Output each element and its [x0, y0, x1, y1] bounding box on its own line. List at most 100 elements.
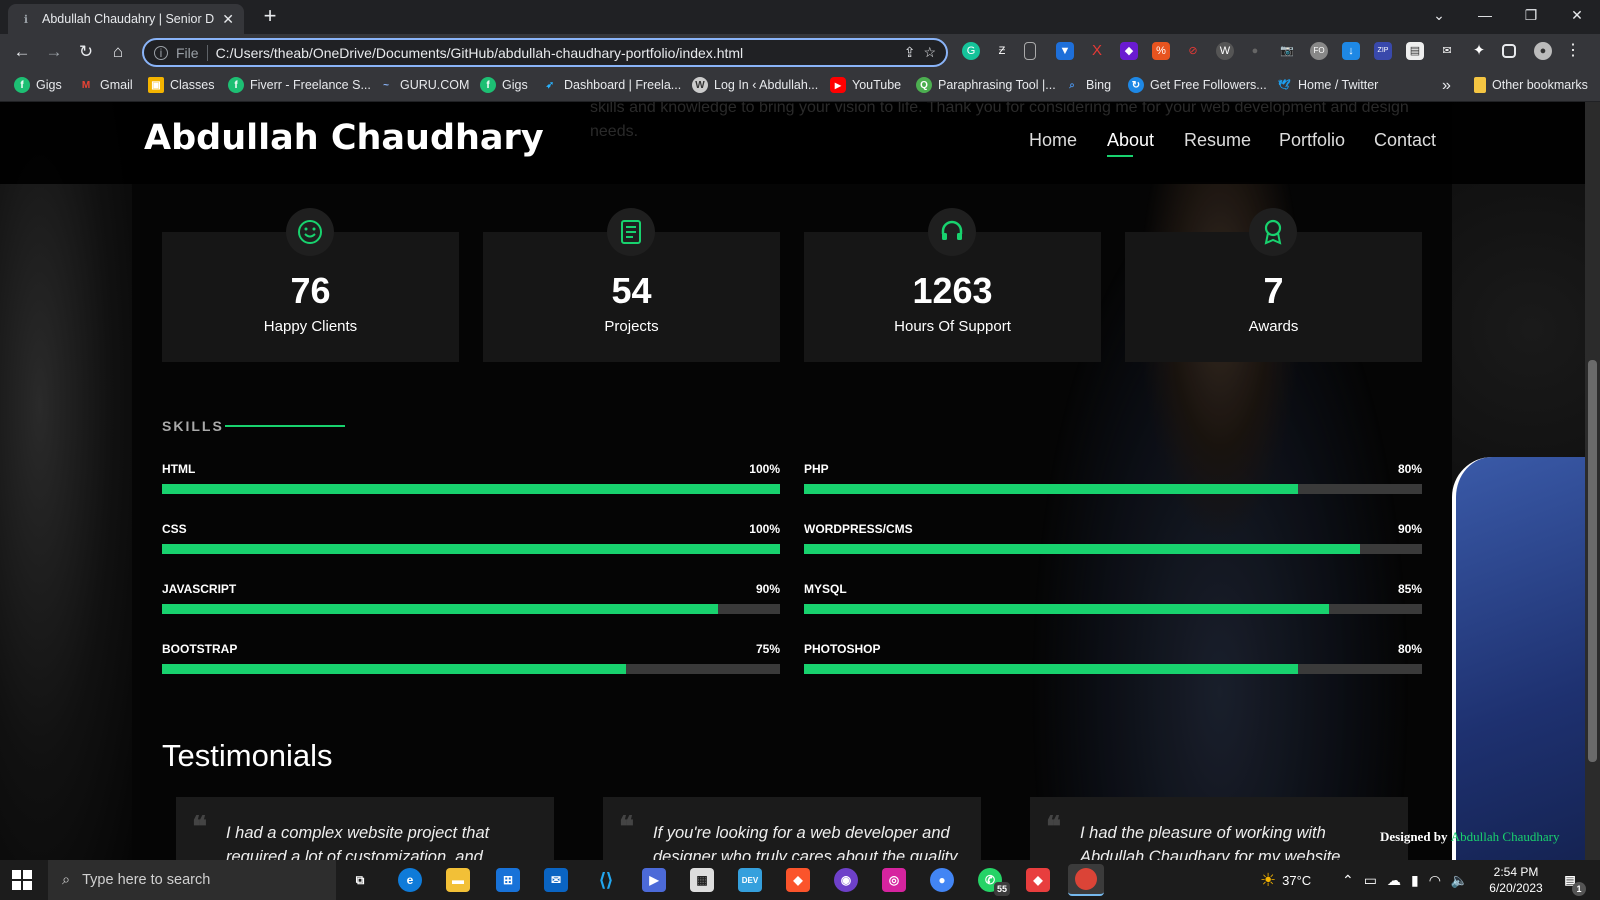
back-arrow-icon[interactable]: ← [10, 40, 34, 64]
anydesk-icon[interactable]: ◆ [1026, 868, 1050, 892]
reload-icon[interactable]: ↻ [74, 40, 98, 64]
tampermonkey-extension-icon[interactable]: % [1152, 42, 1170, 60]
vscode-icon[interactable]: ⟨⟩ [594, 868, 618, 892]
tray-chevron-up-icon[interactable]: ⌃ [1342, 872, 1354, 889]
kebab-menu-icon[interactable]: ⋮ [1564, 42, 1582, 60]
instagram-icon[interactable]: ◎ [882, 868, 906, 892]
skill-percent: 80% [1397, 642, 1422, 656]
new-tab-button[interactable]: + [258, 4, 282, 30]
bookmark-item[interactable]: ⌕ Bing [1064, 77, 1111, 93]
profile-avatar[interactable]: ● [1534, 42, 1552, 60]
minimize-button[interactable]: — [1462, 0, 1508, 30]
extension-icon[interactable]: ● [1246, 42, 1264, 60]
bookmark-item[interactable]: M Gmail [78, 77, 133, 93]
bing-icon: ⌕ [1069, 79, 1075, 91]
mail-icon[interactable]: ✉ [544, 868, 568, 892]
taskbar-search-box[interactable]: ⌕ Type here to search [48, 860, 336, 900]
close-window-button[interactable]: ✕ [1554, 0, 1600, 30]
tab-search-chevron-icon[interactable]: ⌄ [1416, 0, 1462, 30]
brave-icon[interactable]: ◆ [786, 868, 810, 892]
extension-icon[interactable]: Ƶ [993, 42, 1011, 60]
edge-icon[interactable]: e [398, 868, 422, 892]
zip-extension-icon[interactable]: ZIP [1374, 42, 1392, 60]
skill-percent: 85% [1397, 582, 1422, 596]
dev-icon[interactable]: DEV [738, 868, 762, 892]
tray-wifi-icon[interactable]: ◠ [1429, 872, 1441, 889]
camera-extension-icon[interactable]: 📷 [1278, 42, 1296, 60]
skill-percent: 90% [1397, 522, 1422, 536]
active-chrome-icon[interactable] [1068, 864, 1104, 896]
tray-battery-icon[interactable]: ▮ [1411, 872, 1419, 889]
x-extension-icon[interactable]: X [1088, 42, 1106, 60]
diamond-extension-icon[interactable]: ◆ [1120, 42, 1138, 60]
restore-button[interactable]: ❐ [1508, 0, 1554, 30]
file-explorer-icon[interactable]: ▬ [446, 868, 470, 892]
close-tab-icon[interactable]: ✕ [222, 11, 234, 28]
notes-extension-icon[interactable]: ▤ [1406, 42, 1424, 60]
nav-portfolio[interactable]: Portfolio [1279, 130, 1345, 151]
search-icon: ⌕ [62, 872, 71, 888]
side-panel-icon[interactable] [1502, 44, 1516, 58]
skill-bar-track [804, 544, 1422, 554]
nav-about[interactable]: About [1107, 130, 1154, 157]
bookmark-item[interactable]: Q Paraphrasing Tool |... [916, 77, 1056, 93]
bookmark-item[interactable]: ↻ Get Free Followers... [1128, 77, 1267, 93]
bookmark-item[interactable]: f Gigs [480, 77, 528, 93]
weather-widget[interactable]: ☀ 37°C [1260, 860, 1311, 900]
system-tray[interactable]: ⌃ ▭ ☁ ▮ ◠ 🔈 [1342, 860, 1468, 900]
browser-tab[interactable]: ℹ Abdullah Chaudahry | Senior Dev ✕ [8, 4, 244, 34]
tray-volume-icon[interactable]: 🔈 [1451, 872, 1468, 889]
site-info-icon[interactable]: i [154, 45, 168, 60]
address-bar[interactable]: i File C:/Users/theab/OneDrive/Documents… [142, 38, 948, 67]
bookmark-item[interactable]: ▶ YouTube [830, 77, 901, 93]
more-bookmarks-button[interactable]: » [1442, 77, 1451, 95]
tray-onedrive-icon[interactable]: ☁ [1387, 872, 1401, 889]
forward-arrow-icon[interactable]: → [42, 40, 66, 64]
bookmark-item[interactable]: ▣ Classes [148, 77, 214, 93]
share-icon[interactable]: ⇪ [904, 44, 916, 61]
nav-home[interactable]: Home [1029, 130, 1077, 151]
url-text[interactable]: C:/Users/theab/OneDrive/Documents/GitHub… [216, 45, 896, 61]
nav-resume[interactable]: Resume [1184, 130, 1251, 151]
bookmark-item[interactable]: f Gigs [14, 77, 62, 93]
bookmark-item[interactable]: f Fiverr - Freelance S... [228, 77, 371, 93]
blocker-extension-icon[interactable]: ⊘ [1184, 42, 1202, 60]
skill-bar-fill [804, 484, 1299, 494]
taskbar-clock[interactable]: 2:54 PM 6/20/2023 [1486, 864, 1546, 896]
nav-contact[interactable]: Contact [1374, 130, 1436, 151]
home-icon[interactable]: ⌂ [106, 40, 130, 64]
task-view-icon[interactable]: ⧉ [348, 868, 372, 892]
chrome-icon[interactable]: ● [930, 868, 954, 892]
site-logo[interactable]: Abdullah Chaudhary [144, 118, 544, 158]
bookmark-star-icon[interactable]: ☆ [923, 44, 936, 61]
fo-extension-icon[interactable]: FO [1310, 42, 1328, 60]
film-icon[interactable]: ▦ [690, 868, 714, 892]
clock-time: 2:54 PM [1493, 865, 1539, 879]
scrollbar-thumb[interactable] [1588, 360, 1597, 762]
bookmark-item[interactable]: 🕊 Home / Twitter [1276, 77, 1379, 93]
skill-percent: 100% [749, 462, 780, 476]
taskbar-search-placeholder: Type here to search [82, 872, 211, 888]
mail-extension-icon[interactable]: ✉ [1438, 42, 1456, 60]
device-extension-icon[interactable] [1024, 42, 1036, 60]
power-automate-icon[interactable]: ▶ [642, 868, 666, 892]
other-bookmarks-folder[interactable]: Other bookmarks [1474, 77, 1588, 93]
bookmark-item[interactable]: ~ GURU.COM [378, 77, 469, 93]
page-scrollbar[interactable] [1585, 102, 1600, 860]
windows-start-icon[interactable] [12, 870, 32, 890]
bookmark-item[interactable]: W Log In ‹ Abdullah... [692, 77, 818, 93]
quote-icon: ❝ [619, 810, 635, 843]
github-icon[interactable]: ◉ [834, 868, 858, 892]
wordpress-extension-icon[interactable]: W [1216, 42, 1234, 60]
tray-device-icon[interactable]: ▭ [1364, 872, 1377, 889]
credit-name-link[interactable]: Abdullah Chaudhary [1451, 829, 1560, 844]
extensions-puzzle-icon[interactable]: ✦ [1470, 42, 1488, 60]
youtube-icon: ▶ [830, 77, 846, 93]
stat-label: Hours Of Support [894, 318, 1011, 335]
download-extension-icon[interactable]: ↓ [1342, 42, 1360, 60]
shield-extension-icon[interactable]: ▼ [1056, 42, 1074, 60]
skill-item: JAVASCRIPT 90% [162, 582, 780, 622]
microsoft-store-icon[interactable]: ⊞ [496, 868, 520, 892]
bookmark-item[interactable]: ➶ Dashboard | Freela... [542, 77, 681, 93]
grammarly-extension-icon[interactable]: G [962, 42, 980, 60]
